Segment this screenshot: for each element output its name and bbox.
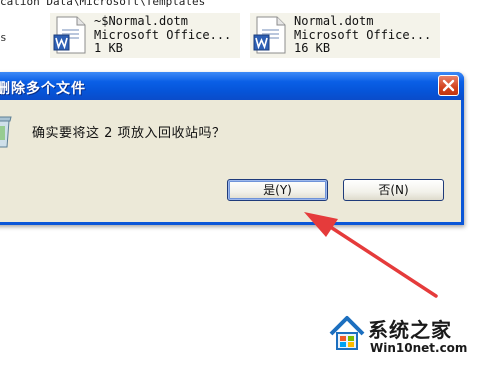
watermark-domain: Win10net.com xyxy=(370,341,468,355)
watermark: 系统之家 Win10net.com xyxy=(328,302,500,365)
house-logo-icon xyxy=(329,316,365,350)
watermark-brand: 系统之家 xyxy=(368,318,452,342)
